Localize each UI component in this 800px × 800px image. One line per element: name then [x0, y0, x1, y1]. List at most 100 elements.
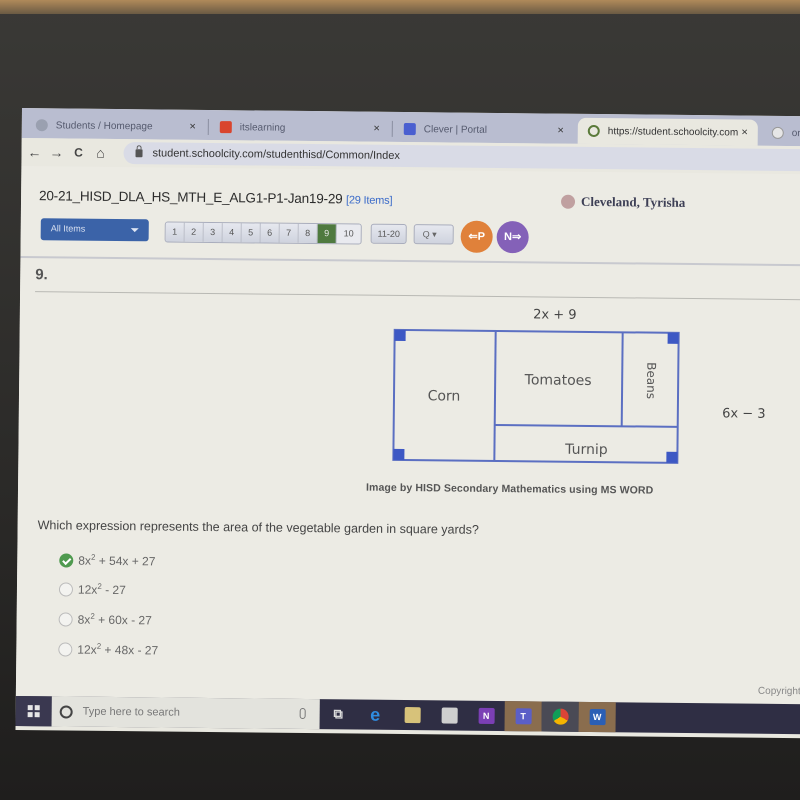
- tab-google[interactable]: on: [762, 120, 800, 147]
- onenote-icon: N: [478, 707, 495, 724]
- items-filter-value: All Items: [50, 223, 86, 234]
- student-name: Cleveland, Tyrisha: [580, 193, 686, 210]
- reload-icon[interactable]: C: [67, 145, 89, 160]
- tab-clever-portal[interactable]: Clever | Portal ×: [394, 116, 574, 144]
- chrome-icon: [552, 708, 569, 725]
- radio-checked-icon[interactable]: [59, 552, 74, 568]
- corner-marker: [666, 451, 678, 463]
- choice-text: 12x2 - 27: [78, 582, 126, 598]
- region-tomatoes: Tomatoes: [524, 372, 592, 389]
- turnip-divider: [494, 423, 678, 428]
- question-number: 9.: [35, 266, 48, 284]
- garden-diagram: 2x + 9 Corn Tomatoes Beans Turnip 6x − 3: [392, 307, 766, 464]
- file-explorer-icon: [404, 707, 421, 724]
- back-icon[interactable]: ←: [23, 144, 45, 160]
- width-label: 2x + 9: [533, 307, 577, 322]
- tab-label: https://student.schoolcity.com: [607, 125, 739, 139]
- region-corn: Corn: [428, 388, 461, 404]
- page-button[interactable]: 3: [203, 222, 223, 243]
- test-page: 20-21_HISD_DLA_HS_MTH_E_ALG1-P1-Jan19-29…: [15, 165, 800, 705]
- student-info: Cleveland, Tyrisha: [560, 193, 686, 211]
- choice-rest: + 60x - 27: [94, 612, 152, 628]
- teams-icon: T: [515, 708, 532, 725]
- file-explorer-button[interactable]: [394, 700, 431, 730]
- tab-separator: [207, 118, 209, 135]
- task-view-icon: ⧉: [333, 706, 343, 722]
- region-turnip: Turnip: [564, 442, 608, 458]
- tab-schoolcity[interactable]: https://student.schoolcity.com ×: [577, 117, 758, 146]
- home-icon[interactable]: ⌂: [89, 145, 111, 161]
- forward-icon[interactable]: →: [45, 144, 67, 160]
- globe-icon: [35, 119, 48, 132]
- header-divider: [20, 255, 800, 267]
- start-button[interactable]: [15, 695, 52, 727]
- choice-rest: + 54x + 27: [95, 553, 156, 569]
- teams-button[interactable]: T: [504, 701, 542, 732]
- search-dropdown-button[interactable]: Q ▾: [413, 224, 454, 245]
- tab-students-homepage[interactable]: Students / Homepage ×: [26, 112, 206, 140]
- tab-label: on: [791, 127, 800, 139]
- page-button[interactable]: 4: [222, 223, 242, 243]
- page-button[interactable]: 6: [260, 223, 280, 243]
- question-pager: 1 2 3 4 5 6 7 8 9 10: [164, 221, 362, 245]
- page-button[interactable]: 10: [336, 224, 361, 244]
- google-icon: [771, 126, 784, 139]
- previous-button[interactable]: ⇐P: [460, 220, 493, 253]
- taskbar-search-box[interactable]: Type here to search: [51, 696, 320, 730]
- radio-icon[interactable]: [58, 611, 73, 627]
- onenote-button[interactable]: N: [468, 701, 505, 731]
- close-tab-icon[interactable]: ×: [741, 127, 748, 139]
- radio-icon[interactable]: [58, 641, 73, 657]
- tab-label: Clever | Portal: [423, 123, 488, 136]
- loading-icon: [587, 124, 600, 138]
- close-tab-icon[interactable]: ×: [373, 123, 380, 135]
- page-button[interactable]: 7: [279, 223, 299, 243]
- itslearning-icon: [219, 121, 232, 134]
- clever-icon: [403, 122, 416, 136]
- tab-label: itslearning: [239, 121, 286, 134]
- answer-choice-b[interactable]: 12x2 - 27: [58, 581, 126, 598]
- screen: Students / Homepage × itslearning × Clev…: [15, 108, 800, 739]
- next-range-button[interactable]: 11-20: [370, 223, 407, 245]
- item-count[interactable]: [29 Items]: [346, 194, 392, 206]
- page-button[interactable]: 5: [241, 223, 261, 243]
- address-bar[interactable]: student.schoolcity.com/studenthisd/Commo…: [123, 142, 800, 172]
- choice-text: 8x2 + 54x + 27: [78, 553, 155, 569]
- choice-term: 8x: [78, 553, 92, 568]
- page-button[interactable]: 8: [298, 223, 318, 244]
- store-button[interactable]: [431, 700, 468, 730]
- page-button[interactable]: 1: [165, 222, 185, 242]
- corner-marker: [393, 448, 405, 461]
- tab-itslearning[interactable]: itslearning ×: [210, 114, 390, 142]
- answer-choice-d[interactable]: 12x2 + 48x - 27: [58, 641, 158, 657]
- word-button[interactable]: W: [578, 701, 616, 733]
- edge-icon: e: [370, 704, 381, 725]
- answer-choice-a[interactable]: 8x2 + 54x + 27: [59, 552, 156, 569]
- tab-separator: [391, 120, 393, 137]
- test-title: 20-21_HISD_DLA_HS_MTH_E_ALG1-P1-Jan19-29…: [39, 188, 392, 207]
- edge-button[interactable]: e: [357, 700, 394, 730]
- store-icon: [441, 707, 458, 724]
- test-name: 20-21_HISD_DLA_HS_MTH_E_ALG1-P1-Jan19-29: [39, 188, 343, 207]
- microphone-icon[interactable]: [299, 707, 306, 720]
- task-view-button[interactable]: ⧉: [320, 699, 357, 729]
- next-button[interactable]: N⇒: [496, 220, 529, 254]
- radio-icon[interactable]: [58, 581, 74, 597]
- windows-logo-icon: [27, 705, 40, 718]
- url-text: student.schoolcity.com/studenthisd/Commo…: [152, 147, 401, 162]
- chrome-button[interactable]: [541, 701, 579, 732]
- choice-rest: - 27: [101, 582, 126, 598]
- answer-choice-c[interactable]: 8x2 + 60x - 27: [58, 611, 152, 628]
- items-filter-select[interactable]: All Items: [40, 218, 149, 242]
- choice-term: 8x: [77, 612, 91, 627]
- corn-divider: [493, 330, 497, 461]
- chevron-down-icon: [130, 228, 139, 237]
- page-button-current[interactable]: 9: [317, 224, 337, 244]
- close-tab-icon[interactable]: ×: [189, 121, 196, 133]
- choice-text: 12x2 + 48x - 27: [77, 642, 158, 658]
- tab-label: Students / Homepage: [55, 119, 153, 132]
- page-button[interactable]: 2: [184, 222, 204, 242]
- cortana-icon: [59, 704, 73, 719]
- beans-divider: [620, 332, 624, 427]
- close-tab-icon[interactable]: ×: [557, 125, 564, 137]
